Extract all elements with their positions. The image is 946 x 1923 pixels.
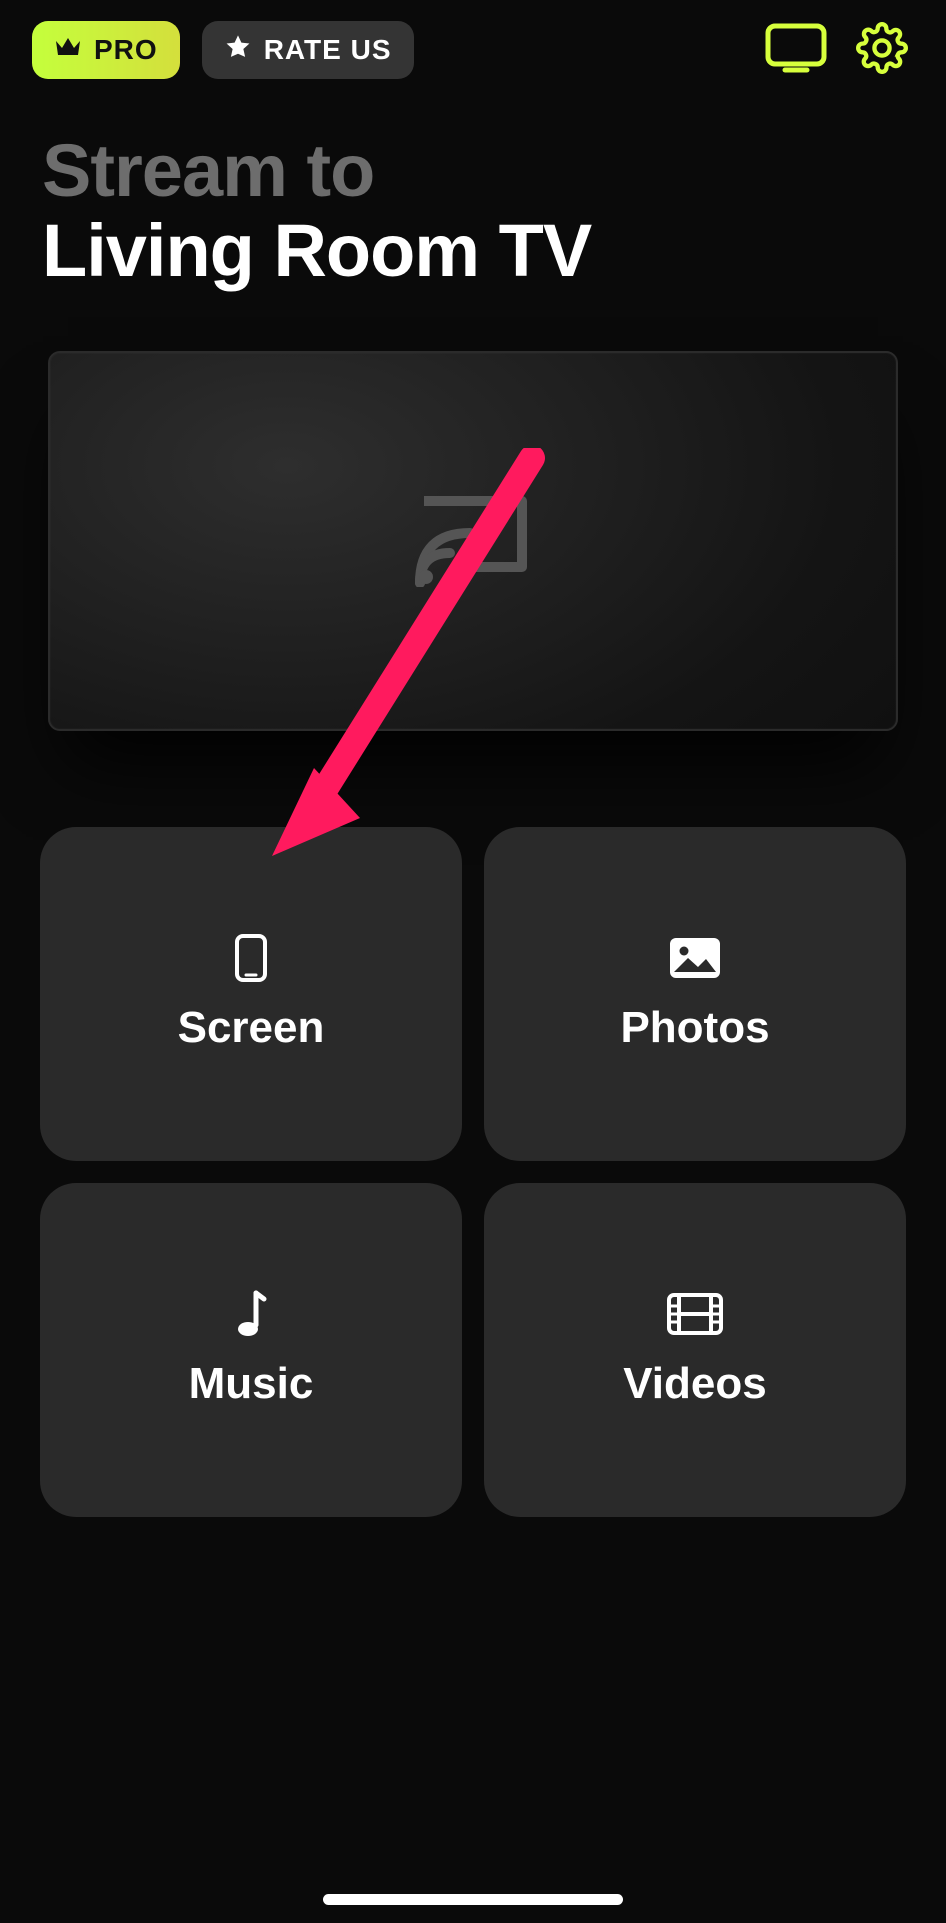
home-indicator[interactable] <box>323 1894 623 1905</box>
heading-target-device: Living Room TV <box>42 210 904 291</box>
tv-icon <box>765 23 827 78</box>
star-icon <box>224 33 252 68</box>
tv-preview[interactable] <box>48 351 898 731</box>
cast-device-button[interactable] <box>764 18 828 82</box>
tile-screen-label: Screen <box>178 1003 325 1053</box>
tile-photos-label: Photos <box>620 1003 769 1053</box>
page-heading: Stream to Living Room TV <box>0 82 946 291</box>
settings-button[interactable] <box>850 18 914 82</box>
pro-badge-button[interactable]: PRO <box>32 21 180 79</box>
media-tiles-grid: Screen Photos Music <box>0 731 946 1517</box>
tile-videos-label: Videos <box>623 1359 766 1409</box>
phone-icon <box>234 935 268 981</box>
heading-prefix: Stream to <box>42 132 904 210</box>
film-icon <box>666 1291 724 1337</box>
tile-music[interactable]: Music <box>40 1183 462 1517</box>
top-bar: PRO RATE US <box>0 0 946 82</box>
tv-preview-container <box>0 291 946 731</box>
tile-photos[interactable]: Photos <box>484 827 906 1161</box>
rate-us-label: RATE US <box>264 34 392 66</box>
music-note-icon <box>234 1291 268 1337</box>
cast-icon <box>414 491 532 592</box>
rate-us-button[interactable]: RATE US <box>202 21 414 79</box>
image-icon <box>668 935 722 981</box>
gear-icon <box>856 22 908 79</box>
tile-videos[interactable]: Videos <box>484 1183 906 1517</box>
pro-label: PRO <box>94 34 158 66</box>
tile-screen[interactable]: Screen <box>40 827 462 1161</box>
tile-music-label: Music <box>189 1359 314 1409</box>
crown-icon <box>54 34 82 66</box>
